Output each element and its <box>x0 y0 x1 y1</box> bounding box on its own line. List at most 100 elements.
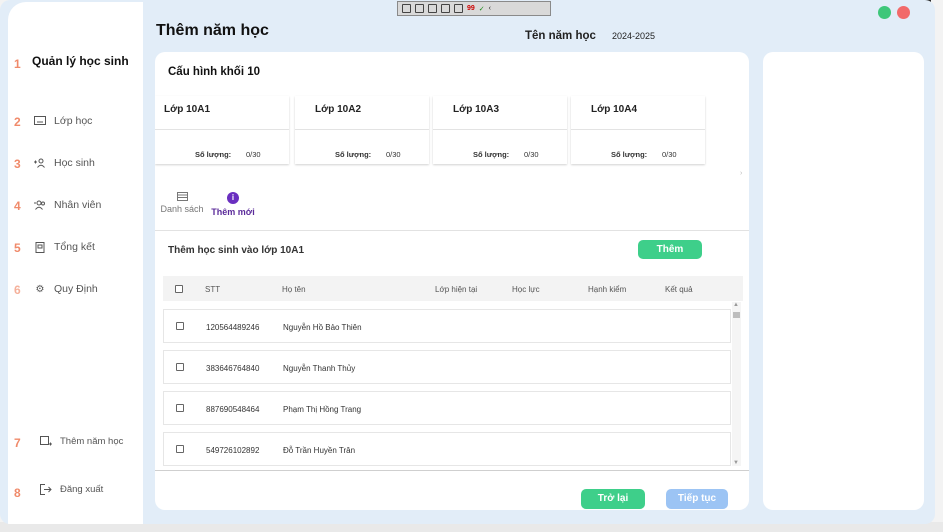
scrollbar-thumb[interactable] <box>733 312 740 318</box>
nav-number: 7 <box>14 436 21 450</box>
section-title: Cấu hình khối 10 <box>168 66 261 78</box>
chevron-right-icon[interactable]: › <box>740 170 742 177</box>
sidebar-item-rules[interactable]: ⚙ Quy Định <box>34 283 98 295</box>
school-year-label: Tên năm học <box>525 30 596 42</box>
divider <box>295 129 429 130</box>
select-all-checkbox[interactable] <box>175 285 183 293</box>
divider <box>433 129 567 130</box>
sidebar-item-logout[interactable]: Đăng xuất <box>40 484 103 495</box>
tab-list[interactable]: Danh sách <box>159 192 205 214</box>
school-year-value: 2024-2025 <box>612 31 656 41</box>
sidebar-item-students[interactable]: Học sinh <box>34 157 95 169</box>
cell-name: Nguyễn Hồ Bảo Thiên <box>283 323 362 332</box>
app-window: 1 Quản lý học sinh 2 Lớp học 3 Học sinh … <box>0 0 935 524</box>
column-header: Hạnh kiểm <box>588 285 627 294</box>
quantity-value: 0/30 <box>246 150 261 159</box>
column-header: Kết quả <box>665 285 693 294</box>
class-card[interactable]: Lớp 10A2 Số lượng: 0/30 <box>295 96 429 164</box>
scroll-down-icon[interactable]: ▼ <box>733 460 739 466</box>
table-row[interactable]: 887690548464 Phạm Thị Hồng Trang <box>163 391 731 425</box>
brand-title: Quản lý học sinh <box>32 54 129 68</box>
divider <box>571 129 705 130</box>
scroll-up-icon[interactable]: ▲ <box>733 302 739 308</box>
cell-name: Nguyễn Thanh Thủy <box>283 364 356 373</box>
logout-icon <box>40 484 52 495</box>
quantity-value: 0/30 <box>386 150 401 159</box>
nav-number: 4 <box>14 199 21 213</box>
list-icon <box>176 192 188 201</box>
table-row[interactable]: 383646764840 Nguyễn Thanh Thủy <box>163 350 731 384</box>
camera-icon[interactable] <box>415 4 424 13</box>
collapse-chevron-icon[interactable]: ‹ <box>489 5 491 12</box>
cell-id: 887690548464 <box>206 405 260 414</box>
class-card[interactable]: Lớp 10A1 Số lượng: 0/30 <box>155 96 289 164</box>
row-checkbox[interactable] <box>176 404 184 412</box>
nav-number: 5 <box>14 241 21 255</box>
sidebar-item-add-year[interactable]: Thêm năm học <box>40 436 123 447</box>
table-scrollbar[interactable]: ▲ ▼ <box>732 302 741 466</box>
cursor-icon[interactable] <box>428 4 437 13</box>
nav-number: 2 <box>14 115 21 129</box>
sidebar-item-classes[interactable]: Lớp học <box>34 115 92 127</box>
close-button[interactable] <box>897 6 910 19</box>
sidebar-item-label: Đăng xuất <box>60 484 104 495</box>
brand-number: 1 <box>14 57 21 71</box>
add-section-title: Thêm học sinh vào lớp 10A1 <box>168 245 305 256</box>
add-year-icon <box>40 436 52 446</box>
classroom-icon <box>34 116 46 125</box>
tab-add-new[interactable]: i Thêm mới <box>210 192 256 217</box>
sidebar-item-label: Quy Định <box>54 283 98 295</box>
sidebar-item-summary[interactable]: Tổng kết <box>34 241 95 253</box>
quantity-label: Số lượng: <box>195 150 232 159</box>
summary-icon <box>35 241 45 253</box>
divider <box>155 230 749 231</box>
row-checkbox[interactable] <box>176 322 184 330</box>
sidebar: 1 Quản lý học sinh 2 Lớp học 3 Học sinh … <box>8 2 143 524</box>
add-student-icon <box>34 158 45 168</box>
row-checkbox[interactable] <box>176 363 184 371</box>
class-name: Lớp 10A3 <box>453 104 500 115</box>
quantity-label: Số lượng: <box>335 150 372 159</box>
side-panel <box>763 52 924 510</box>
class-name: Lớp 10A2 <box>315 104 362 115</box>
sidebar-item-label: Thêm năm học <box>60 436 124 447</box>
back-button[interactable]: Trở lại <box>581 489 645 509</box>
info-icon: i <box>227 192 239 204</box>
table-body: 120564489246 Nguyễn Hồ Bảo Thiên 3836467… <box>163 301 731 469</box>
recorder-toolbar: 99 ✓ ‹ <box>397 1 551 16</box>
cell-id: 120564489246 <box>206 323 260 332</box>
class-name: Lớp 10A4 <box>591 104 638 115</box>
class-card[interactable]: Lớp 10A4 Số lượng: 0/30 <box>571 96 705 164</box>
column-header: Lớp hiện tại <box>435 285 478 294</box>
table-row[interactable]: 549726102892 Đỗ Trần Huyền Trân <box>163 432 731 466</box>
column-header: Họ tên <box>282 285 306 294</box>
divider <box>155 470 749 471</box>
check-icon[interactable]: ✓ <box>479 5 485 13</box>
window-icon[interactable] <box>441 4 450 13</box>
record-area-icon[interactable] <box>454 4 463 13</box>
sidebar-item-staff[interactable]: Nhân viên <box>34 199 101 211</box>
cell-id: 549726102892 <box>206 446 260 455</box>
page-title: Thêm năm học <box>156 22 269 39</box>
class-name: Lớp 10A1 <box>164 104 211 115</box>
nav-number: 3 <box>14 157 21 171</box>
divider <box>155 129 289 130</box>
quantity-value: 0/30 <box>662 150 677 159</box>
sidebar-item-label: Nhân viên <box>54 199 102 211</box>
add-button[interactable]: Thêm <box>638 240 702 259</box>
main-card: Cấu hình khối 10 Lớp 10A1 Số lượng: 0/30… <box>155 52 749 510</box>
cell-id: 383646764840 <box>206 364 260 373</box>
column-header: STT <box>205 285 221 294</box>
quantity-value: 0/30 <box>524 150 539 159</box>
settings-icon[interactable] <box>402 4 411 13</box>
table-header: STT Họ tên Lớp hiện tại Học lực Hạnh kiể… <box>163 276 743 301</box>
nav-number: 8 <box>14 486 21 500</box>
class-card[interactable]: Lớp 10A3 Số lượng: 0/30 <box>433 96 567 164</box>
sidebar-item-label: Tổng kết <box>54 241 95 253</box>
record-counter: 99 <box>467 5 475 12</box>
table-row[interactable]: 120564489246 Nguyễn Hồ Bảo Thiên <box>163 309 731 343</box>
row-checkbox[interactable] <box>176 445 184 453</box>
maximize-button[interactable] <box>878 6 891 19</box>
next-button[interactable]: Tiếp tục <box>666 489 728 509</box>
tab-label: Danh sách <box>160 204 204 214</box>
